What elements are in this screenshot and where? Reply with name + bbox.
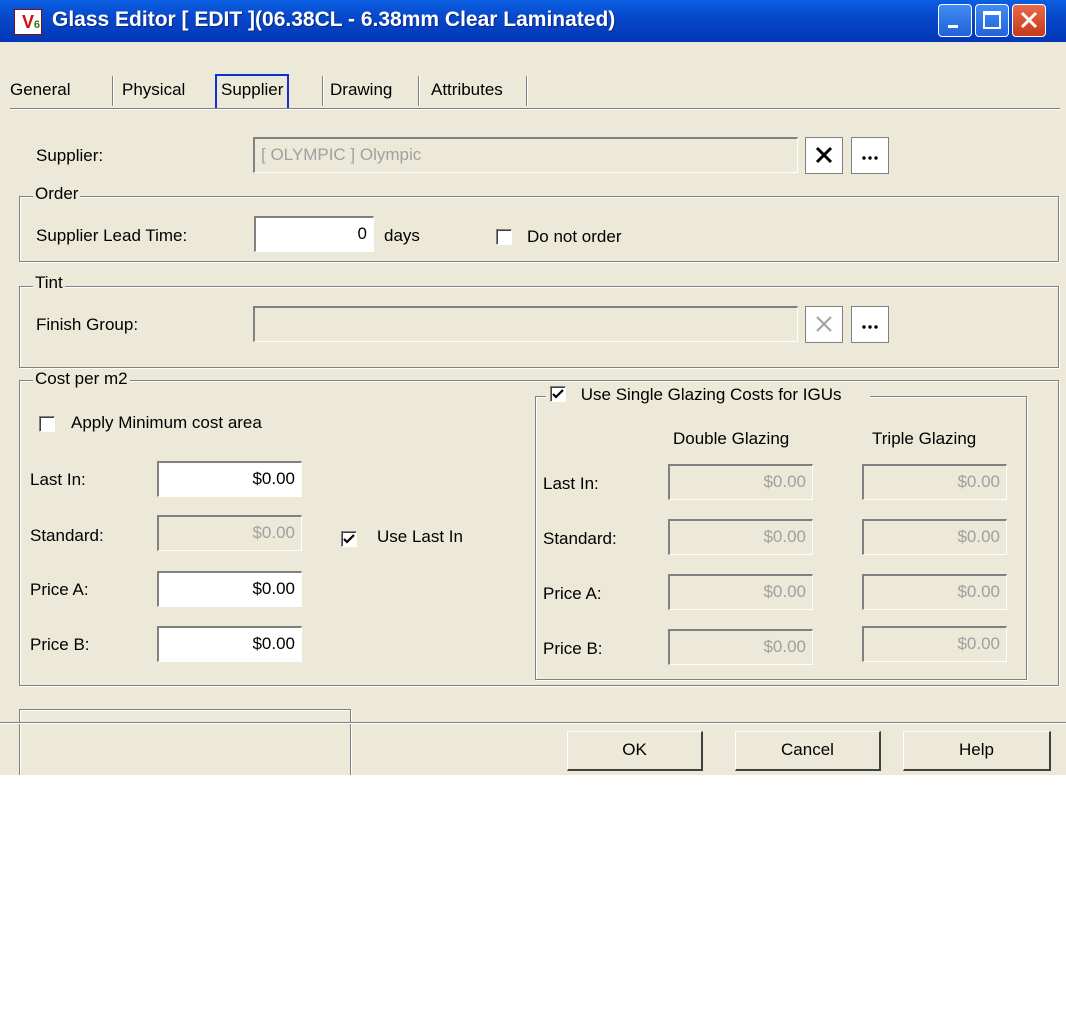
app-icon-letter: V: [21, 12, 34, 32]
glass-editor-window: V6 Glass Editor [ EDIT ](06.38CL - 6.38m…: [0, 0, 1066, 775]
igu-double-price-b[interactable]: $0.00: [668, 629, 813, 665]
igu-triple-standard[interactable]: $0.00: [862, 519, 1007, 555]
igu-triple-price-a[interactable]: $0.00: [862, 574, 1007, 610]
days-label: days: [384, 226, 420, 245]
price-b-label: Price B:: [30, 635, 90, 654]
price-a-input[interactable]: $0.00: [157, 571, 302, 607]
igu-double-last-in[interactable]: $0.00: [668, 464, 813, 500]
ellipsis-icon: [862, 156, 878, 160]
lead-time-input[interactable]: 0: [254, 216, 374, 252]
minimize-button[interactable]: [938, 4, 972, 37]
maximize-icon: [983, 11, 1001, 29]
tab-separator: [526, 76, 528, 106]
window-title: Glass Editor [ EDIT ](06.38CL - 6.38mm C…: [52, 8, 616, 31]
order-group-label: Order: [33, 184, 81, 204]
use-last-in-label: Use Last In: [377, 527, 463, 546]
last-in-label: Last In:: [30, 470, 86, 489]
use-single-glazing-checkbox[interactable]: [550, 386, 566, 402]
checkmark-icon: [552, 389, 564, 399]
ellipsis-icon: [862, 325, 878, 329]
price-a-label: Price A:: [30, 580, 89, 599]
igu-triple-price-b[interactable]: $0.00: [862, 626, 1007, 662]
do-not-order-checkbox[interactable]: [496, 229, 512, 245]
last-in-input[interactable]: $0.00: [157, 461, 302, 497]
minimize-icon: [948, 25, 958, 28]
igu-double-standard[interactable]: $0.00: [668, 519, 813, 555]
tab-drawing[interactable]: Drawing: [330, 74, 392, 106]
do-not-order-label: Do not order: [527, 227, 622, 246]
igu-double-price-a[interactable]: $0.00: [668, 574, 813, 610]
clear-icon: [816, 316, 832, 332]
clear-finish-group-button[interactable]: [805, 306, 843, 343]
clear-icon: [815, 146, 833, 164]
lead-time-label: Supplier Lead Time:: [36, 226, 188, 245]
cost-group-label: Cost per m2: [33, 369, 130, 389]
tab-separator: [322, 76, 324, 106]
igu-triple-last-in[interactable]: $0.00: [862, 464, 1007, 500]
apply-min-cost-label: Apply Minimum cost area: [71, 413, 262, 432]
maximize-button[interactable]: [975, 4, 1009, 37]
title-bar[interactable]: V6 Glass Editor [ EDIT ](06.38CL - 6.38m…: [0, 0, 1066, 42]
igu-group-label-wrap: Use Single Glazing Costs for IGUs: [546, 385, 870, 405]
supplier-label: Supplier:: [36, 146, 104, 165]
igu-price-b-label: Price B:: [543, 639, 603, 658]
double-glazing-header: Double Glazing: [673, 429, 790, 448]
price-b-input[interactable]: $0.00: [157, 626, 302, 662]
use-last-in-checkbox[interactable]: [341, 531, 357, 547]
use-single-glazing-label: Use Single Glazing Costs for IGUs: [580, 385, 842, 404]
tab-general[interactable]: General: [10, 74, 70, 106]
app-icon: V6: [14, 9, 42, 35]
lower-spacer: [0, 690, 1066, 775]
igu-price-a-label: Price A:: [543, 584, 602, 603]
app-icon-sub: 6: [33, 19, 40, 31]
checkmark-icon: [343, 534, 355, 544]
supplier-field[interactable]: [ OLYMPIC ] Olympic: [253, 137, 798, 173]
tab-attributes[interactable]: Attributes: [431, 74, 503, 106]
tint-group-label: Tint: [33, 273, 65, 293]
tab-physical[interactable]: Physical: [122, 74, 185, 106]
igu-standard-label: Standard:: [543, 529, 617, 548]
igu-last-in-label: Last In:: [543, 474, 599, 493]
triple-glazing-header: Triple Glazing: [872, 429, 977, 448]
close-icon: [1020, 11, 1038, 29]
clear-supplier-button[interactable]: [805, 137, 843, 174]
tab-separator: [112, 76, 114, 106]
browse-supplier-button[interactable]: [851, 137, 889, 174]
standard-input[interactable]: $0.00: [157, 515, 302, 551]
standard-label: Standard:: [30, 526, 104, 545]
apply-min-cost-checkbox[interactable]: [39, 416, 55, 432]
tab-supplier[interactable]: Supplier: [215, 74, 290, 110]
finish-group-label: Finish Group:: [36, 315, 139, 334]
finish-group-field[interactable]: [253, 306, 798, 342]
tab-separator: [418, 76, 420, 106]
tab-divider: [10, 108, 1060, 110]
close-button[interactable]: [1012, 4, 1046, 37]
browse-finish-group-button[interactable]: [851, 306, 889, 343]
